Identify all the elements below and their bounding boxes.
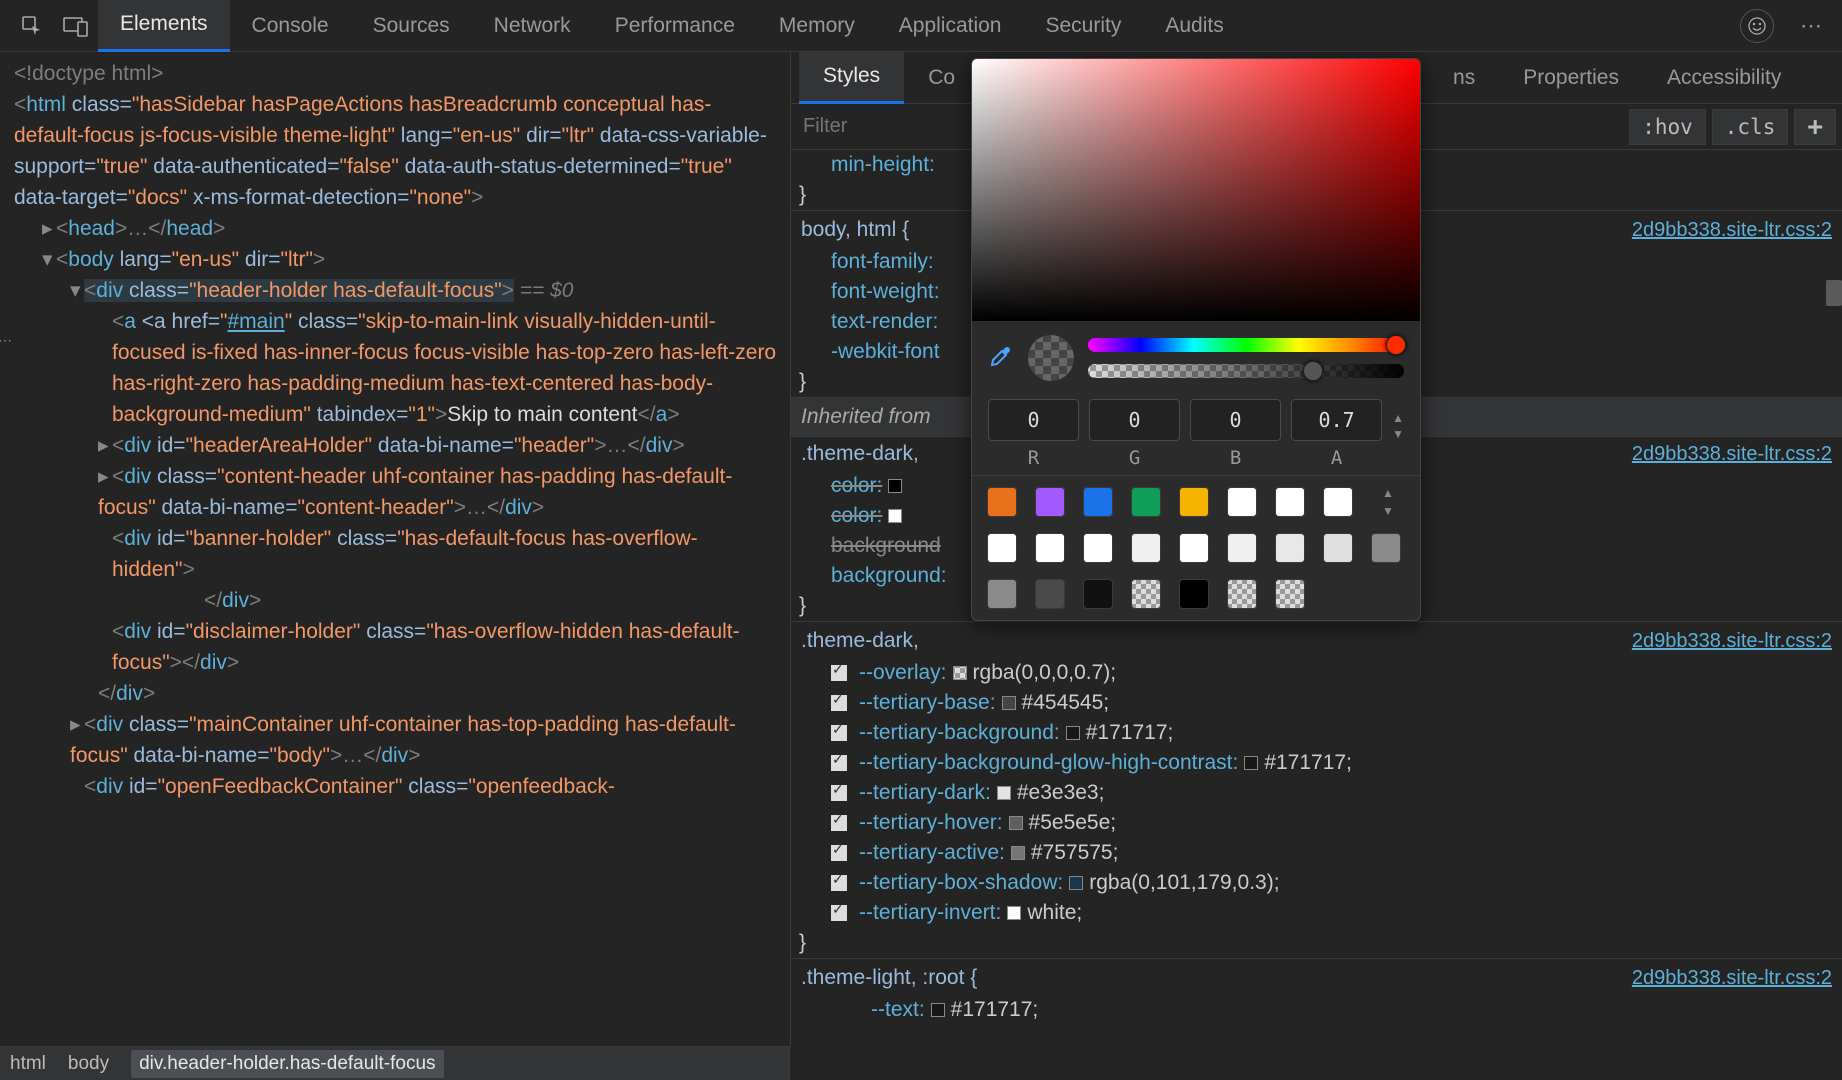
tab-elements[interactable]: Elements [98,0,230,52]
css-selector[interactable]: .theme-dark, [801,626,1216,656]
palette-swatch[interactable] [1324,488,1352,516]
palette-swatch[interactable] [1276,580,1304,608]
palette-swatch[interactable] [1324,534,1352,562]
property-toggle[interactable] [831,905,847,921]
styles-filter-input[interactable] [791,115,971,138]
tab-computed-partial[interactable]: Co [904,52,979,104]
tab-audits[interactable]: Audits [1143,0,1245,52]
inherited-from-label: Inherited from [801,405,931,428]
source-link[interactable]: 2d9bb338.site-ltr.css:2 [1632,439,1832,469]
scrollbar-thumb[interactable] [1826,280,1842,306]
devtools-main-tabs: Elements Console Sources Network Perform… [0,0,1842,52]
palette-swatch[interactable] [1132,488,1160,516]
tab-styles[interactable]: Styles [799,52,904,104]
property-toggle[interactable] [831,875,847,891]
eyedropper-icon[interactable] [988,345,1014,371]
styles-panel: Styles Co ns Properties Accessibility :h… [790,52,1842,1046]
crumb-html[interactable]: html [10,1053,46,1075]
color-r-input[interactable] [988,399,1079,441]
tab-security[interactable]: Security [1023,0,1143,52]
html-tag[interactable]: html [26,93,66,116]
palette-swatch[interactable] [1036,488,1064,516]
palette-swatch[interactable] [1180,488,1208,516]
palette-swatch[interactable] [1276,534,1304,562]
palette-swatch[interactable] [1228,580,1256,608]
color-mode-switcher[interactable]: ▲▼ [1392,411,1404,457]
palette-swatch[interactable] [1084,488,1112,516]
color-inputs: R G B A ▲▼ [972,395,1420,475]
feedback-smile-icon[interactable] [1740,9,1774,43]
saturation-value-field[interactable] [972,59,1420,321]
css-selector[interactable]: .theme-light, :root { [801,963,1216,993]
tab-memory[interactable]: Memory [757,0,877,52]
palette-swatch[interactable] [988,534,1016,562]
tab-application[interactable]: Application [877,0,1024,52]
crumb-body[interactable]: body [68,1053,109,1075]
dom-tree[interactable]: ⋯ <!doctype html> <html class="hasSideba… [0,52,790,1046]
popup-caret-icon [1002,620,1022,621]
palette-swatch[interactable] [1276,488,1304,516]
property-toggle[interactable] [831,815,847,831]
collapse-icon[interactable]: ▾ [42,244,56,275]
expand-icon[interactable]: ▸ [42,213,56,244]
new-style-rule-button[interactable]: + [1794,109,1836,145]
palette-swatch[interactable] [1372,534,1400,562]
palette-swatch[interactable] [1228,488,1256,516]
source-link[interactable]: 2d9bb338.site-ltr.css:2 [1632,963,1832,993]
tab-sources[interactable]: Sources [351,0,472,52]
hover-state-button[interactable]: :hov [1629,109,1706,145]
tab-properties[interactable]: Properties [1499,52,1643,104]
tab-performance[interactable]: Performance [593,0,757,52]
more-menu-icon[interactable]: ⋯ [1792,13,1832,39]
property-toggle[interactable] [831,725,847,741]
color-palette: ▲▼ [972,475,1420,620]
tab-console[interactable]: Console [230,0,351,52]
crumb-selected-div[interactable]: div.header-holder.has-default-focus [131,1050,443,1078]
source-link[interactable]: 2d9bb338.site-ltr.css:2 [1632,215,1832,245]
hue-slider[interactable] [1088,338,1404,352]
property-toggle[interactable] [831,665,847,681]
property-toggle[interactable] [831,695,847,711]
property-toggle[interactable] [831,755,847,771]
device-toolbar-icon[interactable] [62,12,90,40]
tab-listeners-partial[interactable]: ns [1429,52,1499,104]
tab-network[interactable]: Network [472,0,593,52]
color-a-input[interactable] [1291,399,1382,441]
property-toggle[interactable] [831,845,847,861]
palette-swatch[interactable] [1228,534,1256,562]
palette-swatch[interactable] [1180,580,1208,608]
selected-node[interactable]: <div class="header-holder has-default-fo… [84,279,514,302]
color-b-input[interactable] [1190,399,1281,441]
palette-swatch[interactable] [988,488,1016,516]
palette-swatch[interactable] [1036,534,1064,562]
overflow-indicator-icon: ⋯ [0,325,14,356]
palette-swatch[interactable] [1084,580,1112,608]
doctype: <!doctype html> [14,62,163,85]
palette-swatch[interactable] [988,580,1016,608]
source-link[interactable]: 2d9bb338.site-ltr.css:2 [1632,626,1832,656]
palette-scroll-arrows[interactable]: ▲▼ [1372,486,1404,518]
alpha-slider[interactable] [1088,364,1404,378]
palette-swatch[interactable] [1132,534,1160,562]
collapse-icon[interactable]: ▾ [70,275,84,306]
breadcrumb: html body div.header-holder.has-default-… [0,1046,790,1080]
current-color-preview [1028,335,1074,381]
color-picker-popup: R G B A ▲▼ ▲▼ [971,58,1421,621]
element-classes-button[interactable]: .cls [1712,109,1789,145]
property-toggle[interactable] [831,785,847,801]
palette-swatch[interactable] [1036,580,1064,608]
palette-swatch[interactable] [1132,580,1160,608]
palette-swatch[interactable] [1180,534,1208,562]
inspect-element-icon[interactable] [18,12,46,40]
tab-accessibility[interactable]: Accessibility [1643,52,1805,104]
palette-swatch[interactable] [1084,534,1112,562]
color-g-input[interactable] [1089,399,1180,441]
